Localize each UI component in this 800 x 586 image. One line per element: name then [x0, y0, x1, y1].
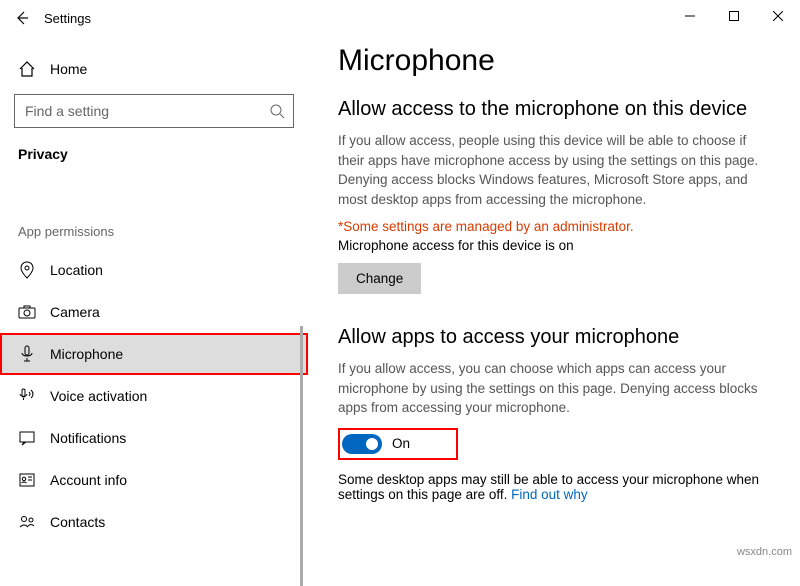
sidebar-item-label: Location [50, 262, 103, 278]
apps-access-toggle[interactable] [342, 434, 382, 454]
contacts-icon [18, 513, 36, 531]
footer-note: Some desktop apps may still be able to a… [338, 472, 770, 502]
find-out-why-link[interactable]: Find out why [511, 487, 588, 502]
account-icon [18, 471, 36, 489]
voice-activation-icon [18, 387, 36, 405]
sidebar-item-contacts[interactable]: Contacts [0, 501, 308, 543]
sidebar-item-voice-activation[interactable]: Voice activation [0, 375, 308, 417]
section2-title: Allow apps to access your microphone [338, 326, 770, 349]
toggle-label: On [392, 436, 410, 451]
sidebar-item-label: Microphone [50, 346, 123, 362]
apps-access-toggle-row: On [338, 428, 458, 460]
sidebar-item-location[interactable]: Location [0, 249, 308, 291]
sidebar-item-account-info[interactable]: Account info [0, 459, 308, 501]
sidebar-group-label: App permissions [0, 216, 308, 249]
sidebar-home-label: Home [50, 61, 87, 77]
location-icon [18, 261, 36, 279]
sidebar-item-notifications[interactable]: Notifications [0, 417, 308, 459]
back-button[interactable] [0, 10, 44, 26]
section2-desc: If you allow access, you can choose whic… [338, 359, 770, 418]
content-pane: Microphone Allow access to the microphon… [308, 36, 800, 562]
section1-desc: If you allow access, people using this d… [338, 131, 770, 209]
notifications-icon [18, 429, 36, 447]
camera-icon [18, 303, 36, 321]
change-button[interactable]: Change [338, 263, 421, 294]
sidebar-scrollbar[interactable] [300, 326, 303, 586]
sidebar-item-camera[interactable]: Camera [0, 291, 308, 333]
page-title: Microphone [338, 44, 770, 78]
sidebar-item-label: Account info [50, 472, 127, 488]
search-input[interactable]: Find a setting [14, 94, 294, 128]
sidebar-item-label: Notifications [50, 430, 126, 446]
home-icon [18, 60, 36, 78]
sidebar-home[interactable]: Home [0, 54, 308, 88]
sidebar-item-microphone[interactable]: Microphone [0, 333, 308, 375]
device-status: Microphone access for this device is on [338, 238, 770, 253]
sidebar-item-label: Camera [50, 304, 100, 320]
microphone-icon [18, 345, 36, 363]
sidebar-section: Privacy [0, 140, 308, 178]
close-button[interactable] [756, 0, 800, 32]
search-placeholder: Find a setting [25, 103, 269, 119]
watermark: wsxdn.com [737, 546, 792, 558]
minimize-button[interactable] [668, 0, 712, 32]
sidebar: Home Find a setting Privacy App permissi… [0, 36, 308, 562]
admin-note: *Some settings are managed by an adminis… [338, 219, 770, 234]
search-icon [269, 103, 285, 119]
maximize-button[interactable] [712, 0, 756, 32]
sidebar-item-label: Contacts [50, 514, 105, 530]
section1-title: Allow access to the microphone on this d… [338, 98, 770, 121]
window-title: Settings [44, 11, 91, 26]
sidebar-item-label: Voice activation [50, 388, 147, 404]
